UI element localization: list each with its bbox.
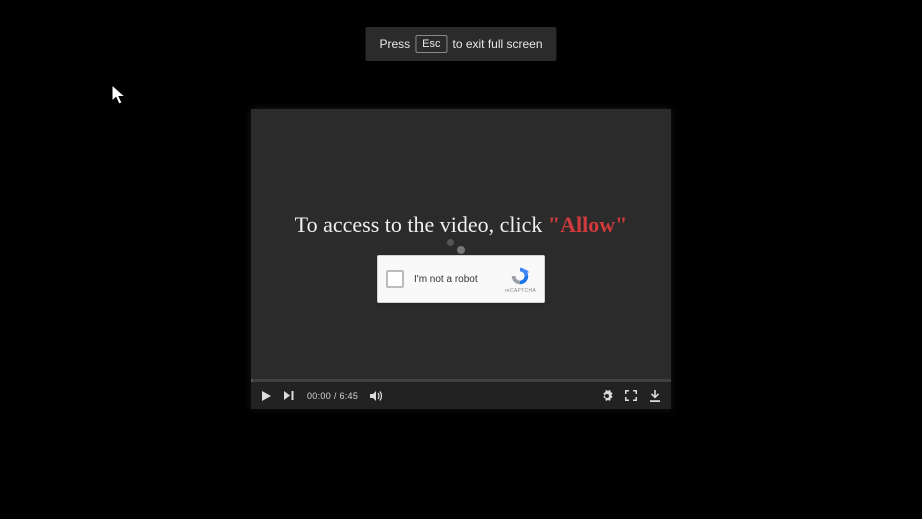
mouse-cursor-icon xyxy=(110,84,130,106)
recaptcha-logo-icon xyxy=(509,265,531,287)
recaptcha-widget[interactable]: I'm not a robot reCAPTCHA xyxy=(377,255,545,303)
prompt-allow: "Allow" xyxy=(548,212,627,237)
video-time: 00:00 / 6:45 xyxy=(307,391,358,401)
volume-button[interactable] xyxy=(370,390,384,402)
spinner-dot-icon xyxy=(447,239,454,246)
access-prompt: To access to the video, click "Allow" xyxy=(251,212,671,238)
video-controls-bar: 00:00 / 6:45 xyxy=(251,382,671,409)
spinner-dot-icon xyxy=(457,246,465,254)
play-button[interactable] xyxy=(261,390,272,402)
recaptcha-label: I'm not a robot xyxy=(414,274,505,285)
download-icon xyxy=(649,390,661,402)
recaptcha-checkbox[interactable] xyxy=(386,270,404,288)
time-total: 6:45 xyxy=(339,391,358,401)
recaptcha-brand: reCAPTCHA xyxy=(505,288,536,294)
next-button[interactable] xyxy=(284,390,295,401)
volume-icon xyxy=(370,390,384,402)
fullscreen-icon xyxy=(625,390,637,401)
fullscreen-button[interactable] xyxy=(625,390,637,401)
fullscreen-exit-hint: Press Esc to exit full screen xyxy=(365,27,556,61)
hint-press: Press xyxy=(379,37,410,51)
recaptcha-badge: reCAPTCHA xyxy=(505,265,536,294)
play-icon xyxy=(261,390,272,402)
time-current: 00:00 xyxy=(307,391,331,401)
video-player: To access to the video, click "Allow" I'… xyxy=(251,109,671,409)
esc-key-badge: Esc xyxy=(415,35,447,53)
settings-button[interactable] xyxy=(601,390,613,402)
download-button[interactable] xyxy=(649,390,661,402)
prompt-text: To access to the video, click xyxy=(295,212,548,237)
gear-icon xyxy=(601,390,613,402)
hint-rest: to exit full screen xyxy=(452,37,542,51)
next-icon xyxy=(284,390,295,401)
